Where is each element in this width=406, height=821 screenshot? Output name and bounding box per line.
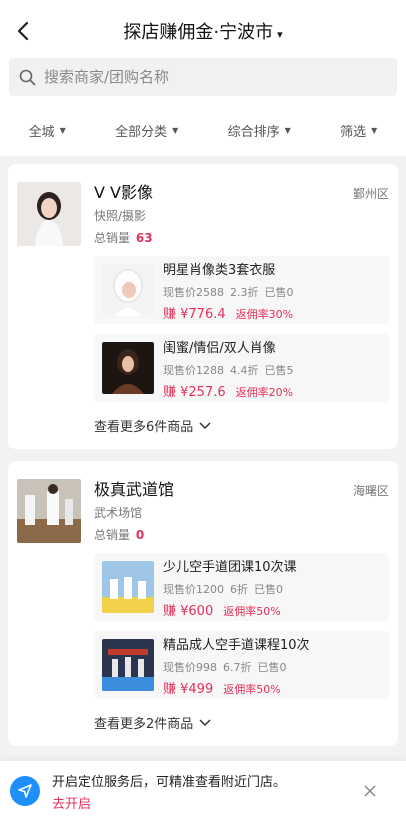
deal-photo (102, 639, 154, 691)
page-title: 探店赚佣金·宁波市 (123, 22, 274, 43)
deal-sold: 已售0 (264, 285, 294, 299)
shop-sales: 总销量 63 (94, 229, 153, 246)
deal-earn: 赚 ¥257.6 (163, 384, 226, 400)
sales-label: 总销量 (94, 528, 131, 542)
filter-category[interactable]: 全部分类 ▼ (115, 121, 178, 140)
shop-photo (17, 182, 81, 246)
deal-rate: 返佣率30% (235, 307, 294, 321)
deal-rate: 返佣率50% (223, 604, 281, 618)
deal-price: 现售价1288 (163, 363, 224, 377)
deal-discount: 4.4折 (230, 363, 259, 377)
city-selector[interactable]: 探店赚佣金·宁波市 ▾ (0, 18, 406, 44)
shop-header: V V影像 快照/摄影 总销量 63 鄞州区 (17, 182, 389, 246)
deal-item[interactable]: 闺蜜/情侣/双人肖像 现售价1288 4.4折 已售5 赚 ¥257.6 返佣率20% (94, 334, 389, 402)
deal-discount: 6.7折 (223, 660, 252, 674)
filter-more[interactable]: 筛选 ▼ (340, 121, 377, 140)
back-arrow-icon (17, 21, 29, 41)
shop-category: 武术场馆 (94, 506, 143, 520)
deal-commission: 赚 ¥600 返佣率50% (163, 600, 297, 619)
caret-down-icon: ▼ (59, 125, 66, 135)
filter-label: 筛选 (340, 124, 367, 140)
enable-location-link[interactable]: 去开启 (52, 793, 91, 812)
deal-earn: 赚 ¥499 (163, 681, 214, 697)
deal-title: 少儿空手道团课10次课 (163, 559, 297, 575)
status-bar (0, 0, 406, 8)
deal-sold: 已售0 (257, 660, 287, 674)
filter-area[interactable]: 全城 ▼ (29, 121, 66, 140)
chevron-down-icon (199, 421, 211, 429)
shop-district: 鄞州区 (352, 187, 389, 201)
deal-photo (102, 264, 154, 316)
search-input[interactable] (44, 68, 344, 86)
view-more-button[interactable]: 查看更多6件商品 (94, 416, 389, 435)
shop-photo (17, 479, 81, 543)
deal-photo (102, 561, 154, 613)
deal-title: 明星肖像类3套衣服 (163, 262, 276, 278)
shop-district: 海曙区 (352, 484, 389, 498)
view-more-button[interactable]: 查看更多2件商品 (94, 713, 389, 732)
deal-photo (102, 342, 154, 394)
shop-card[interactable]: 极真武道馆 武术场馆 总销量 0 海曙区 少儿空手道团课10次课 现售价1200… (8, 461, 398, 746)
deal-commission: 赚 ¥499 返佣率50% (163, 678, 310, 697)
deal-sold: 已售5 (264, 363, 294, 377)
shop-category: 快照/摄影 (94, 209, 147, 223)
sales-count: 63 (135, 231, 153, 245)
deal-earn: 赚 ¥600 (163, 603, 214, 619)
shop-name: V V影像 (94, 183, 153, 202)
deal-commission: 赚 ¥776.4 返佣率30% (163, 303, 300, 322)
shop-card[interactable]: V V影像 快照/摄影 总销量 63 鄞州区 明星肖像类3套衣服 现售价2588… (8, 164, 398, 449)
view-more-label: 查看更多6件商品 (94, 420, 194, 435)
deal-price: 现售价2588 (163, 285, 224, 299)
sales-label: 总销量 (94, 231, 131, 245)
deal-discount: 6折 (230, 582, 248, 596)
deal-title: 闺蜜/情侣/双人肖像 (163, 340, 276, 356)
search-icon (19, 69, 36, 85)
deal-meta: 现售价2588 2.3折 已售0 (163, 284, 300, 300)
deal-meta: 现售价998 6.7折 已售0 (163, 659, 310, 675)
deal-meta: 现售价1288 4.4折 已售5 (163, 362, 300, 378)
close-icon (364, 785, 376, 797)
deal-commission: 赚 ¥257.6 返佣率20% (163, 381, 300, 400)
shop-name: 极真武道馆 (94, 480, 175, 499)
back-button[interactable] (8, 14, 38, 48)
caret-down-icon: ▾ (277, 28, 283, 41)
sales-count: 0 (135, 528, 145, 542)
location-permission-banner: 开启定位服务后，可精准查看附近门店。 去开启 (0, 761, 406, 821)
deal-item[interactable]: 少儿空手道团课10次课 现售价1200 6折 已售0 赚 ¥600 返佣率50% (94, 553, 389, 621)
deal-price: 现售价998 (163, 660, 217, 674)
filter-label: 综合排序 (227, 124, 280, 140)
search-section (0, 54, 406, 104)
filter-sort[interactable]: 综合排序 ▼ (228, 121, 291, 140)
filter-label: 全部分类 (115, 124, 168, 140)
deal-item[interactable]: 明星肖像类3套衣服 现售价2588 2.3折 已售0 赚 ¥776.4 返佣率30% (94, 256, 389, 324)
filter-bar: 全城 ▼ 全部分类 ▼ 综合排序 ▼ 筛选 ▼ (0, 104, 406, 156)
deal-sold: 已售0 (254, 582, 283, 596)
caret-down-icon: ▼ (371, 125, 378, 135)
chevron-down-icon (199, 718, 211, 726)
deal-discount: 2.3折 (230, 285, 259, 299)
location-arrow-icon (10, 776, 40, 806)
view-more-label: 查看更多2件商品 (94, 717, 194, 732)
search-bar[interactable] (9, 58, 397, 96)
filter-label: 全城 (28, 124, 55, 140)
deal-rate: 返佣率20% (235, 385, 294, 399)
caret-down-icon: ▼ (172, 125, 179, 135)
nav-bar: 探店赚佣金·宁波市 ▾ (0, 8, 406, 54)
deal-title: 精品成人空手道课程10次 (163, 637, 310, 653)
deal-item[interactable]: 精品成人空手道课程10次 现售价998 6.7折 已售0 赚 ¥499 返佣率50% (94, 631, 389, 699)
caret-down-icon: ▼ (284, 125, 291, 135)
shop-sales: 总销量 0 (94, 526, 174, 543)
deal-meta: 现售价1200 6折 已售0 (163, 581, 297, 597)
close-banner-button[interactable] (358, 779, 382, 803)
deal-earn: 赚 ¥776.4 (163, 306, 226, 322)
shop-header: 极真武道馆 武术场馆 总销量 0 海曙区 (17, 479, 389, 543)
deal-price: 现售价1200 (163, 582, 224, 596)
deal-rate: 返佣率50% (223, 682, 281, 696)
location-message: 开启定位服务后，可精准查看附近门店。 (52, 774, 287, 790)
